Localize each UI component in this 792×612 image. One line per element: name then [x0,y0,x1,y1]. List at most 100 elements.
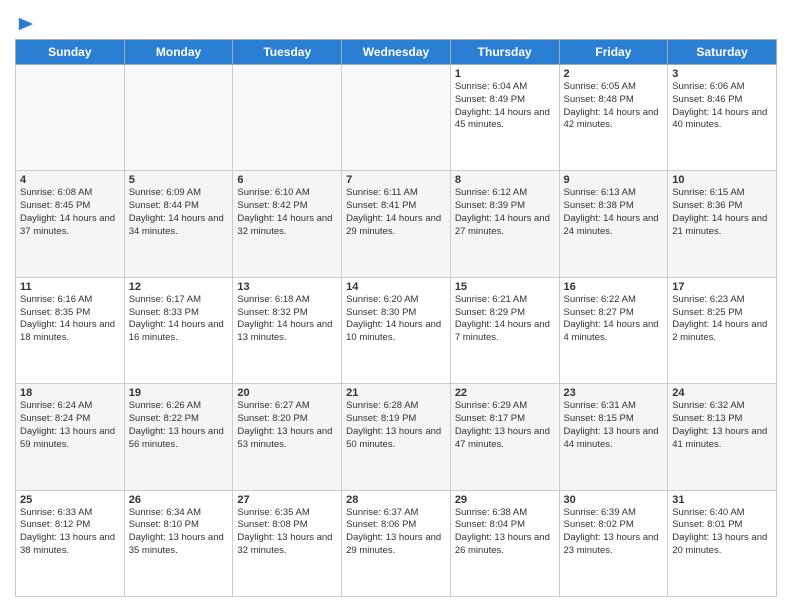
day-number: 23 [564,387,664,399]
day-info: Sunrise: 6:38 AMSunset: 8:04 PMDaylight:… [455,507,555,558]
calendar-day-cell: 17Sunrise: 6:23 AMSunset: 8:25 PMDayligh… [668,277,777,383]
day-number: 13 [237,281,337,293]
calendar-day-cell: 11Sunrise: 6:16 AMSunset: 8:35 PMDayligh… [16,277,125,383]
day-number: 5 [129,174,229,186]
day-info: Sunrise: 6:20 AMSunset: 8:30 PMDaylight:… [346,294,446,345]
day-info: Sunrise: 6:13 AMSunset: 8:38 PMDaylight:… [564,187,664,238]
day-info: Sunrise: 6:27 AMSunset: 8:20 PMDaylight:… [237,400,337,451]
calendar-day-cell: 9Sunrise: 6:13 AMSunset: 8:38 PMDaylight… [559,171,668,277]
day-number: 22 [455,387,555,399]
calendar-day-cell: 3Sunrise: 6:06 AMSunset: 8:46 PMDaylight… [668,65,777,171]
day-info: Sunrise: 6:08 AMSunset: 8:45 PMDaylight:… [20,187,120,238]
day-info: Sunrise: 6:39 AMSunset: 8:02 PMDaylight:… [564,507,664,558]
calendar-day-cell: 22Sunrise: 6:29 AMSunset: 8:17 PMDayligh… [450,384,559,490]
calendar-day-cell: 4Sunrise: 6:08 AMSunset: 8:45 PMDaylight… [16,171,125,277]
calendar-day-cell: 1Sunrise: 6:04 AMSunset: 8:49 PMDaylight… [450,65,559,171]
calendar-day-cell: 31Sunrise: 6:40 AMSunset: 8:01 PMDayligh… [668,490,777,596]
day-info: Sunrise: 6:31 AMSunset: 8:15 PMDaylight:… [564,400,664,451]
day-number: 30 [564,494,664,506]
day-number: 31 [672,494,772,506]
day-number: 11 [20,281,120,293]
day-number: 6 [237,174,337,186]
calendar-day-cell: 14Sunrise: 6:20 AMSunset: 8:30 PMDayligh… [342,277,451,383]
calendar-day-cell: 2Sunrise: 6:05 AMSunset: 8:48 PMDaylight… [559,65,668,171]
day-info: Sunrise: 6:16 AMSunset: 8:35 PMDaylight:… [20,294,120,345]
day-info: Sunrise: 6:35 AMSunset: 8:08 PMDaylight:… [237,507,337,558]
day-number: 10 [672,174,772,186]
calendar-day-header: Tuesday [233,40,342,65]
calendar-day-cell: 21Sunrise: 6:28 AMSunset: 8:19 PMDayligh… [342,384,451,490]
day-info: Sunrise: 6:40 AMSunset: 8:01 PMDaylight:… [672,507,772,558]
day-info: Sunrise: 6:05 AMSunset: 8:48 PMDaylight:… [564,81,664,132]
calendar-day-header: Saturday [668,40,777,65]
calendar-day-cell: 29Sunrise: 6:38 AMSunset: 8:04 PMDayligh… [450,490,559,596]
day-info: Sunrise: 6:28 AMSunset: 8:19 PMDaylight:… [346,400,446,451]
logo-flag-icon [17,15,35,33]
calendar-day-cell: 15Sunrise: 6:21 AMSunset: 8:29 PMDayligh… [450,277,559,383]
calendar-day-cell: 19Sunrise: 6:26 AMSunset: 8:22 PMDayligh… [124,384,233,490]
calendar-day-cell: 23Sunrise: 6:31 AMSunset: 8:15 PMDayligh… [559,384,668,490]
calendar-week-row: 1Sunrise: 6:04 AMSunset: 8:49 PMDaylight… [16,65,777,171]
day-info: Sunrise: 6:15 AMSunset: 8:36 PMDaylight:… [672,187,772,238]
day-number: 25 [20,494,120,506]
day-number: 14 [346,281,446,293]
calendar-week-row: 4Sunrise: 6:08 AMSunset: 8:45 PMDaylight… [16,171,777,277]
calendar-day-cell: 6Sunrise: 6:10 AMSunset: 8:42 PMDaylight… [233,171,342,277]
day-number: 19 [129,387,229,399]
day-number: 18 [20,387,120,399]
calendar-day-cell: 25Sunrise: 6:33 AMSunset: 8:12 PMDayligh… [16,490,125,596]
day-number: 24 [672,387,772,399]
day-info: Sunrise: 6:18 AMSunset: 8:32 PMDaylight:… [237,294,337,345]
calendar-day-cell [342,65,451,171]
day-number: 8 [455,174,555,186]
day-info: Sunrise: 6:22 AMSunset: 8:27 PMDaylight:… [564,294,664,345]
calendar-day-cell [16,65,125,171]
header [15,15,777,29]
calendar-day-cell: 8Sunrise: 6:12 AMSunset: 8:39 PMDaylight… [450,171,559,277]
day-info: Sunrise: 6:10 AMSunset: 8:42 PMDaylight:… [237,187,337,238]
day-info: Sunrise: 6:24 AMSunset: 8:24 PMDaylight:… [20,400,120,451]
logo [15,15,35,29]
day-number: 2 [564,68,664,80]
day-number: 4 [20,174,120,186]
calendar-day-cell: 10Sunrise: 6:15 AMSunset: 8:36 PMDayligh… [668,171,777,277]
calendar-week-row: 25Sunrise: 6:33 AMSunset: 8:12 PMDayligh… [16,490,777,596]
calendar-day-cell: 20Sunrise: 6:27 AMSunset: 8:20 PMDayligh… [233,384,342,490]
calendar-day-header: Wednesday [342,40,451,65]
calendar-day-cell [233,65,342,171]
calendar-day-cell: 7Sunrise: 6:11 AMSunset: 8:41 PMDaylight… [342,171,451,277]
calendar-day-header: Monday [124,40,233,65]
day-info: Sunrise: 6:32 AMSunset: 8:13 PMDaylight:… [672,400,772,451]
day-number: 16 [564,281,664,293]
calendar-week-row: 11Sunrise: 6:16 AMSunset: 8:35 PMDayligh… [16,277,777,383]
day-info: Sunrise: 6:34 AMSunset: 8:10 PMDaylight:… [129,507,229,558]
calendar-header-row: SundayMondayTuesdayWednesdayThursdayFrid… [16,40,777,65]
day-info: Sunrise: 6:33 AMSunset: 8:12 PMDaylight:… [20,507,120,558]
calendar-table: SundayMondayTuesdayWednesdayThursdayFrid… [15,39,777,597]
calendar-day-cell: 30Sunrise: 6:39 AMSunset: 8:02 PMDayligh… [559,490,668,596]
day-info: Sunrise: 6:06 AMSunset: 8:46 PMDaylight:… [672,81,772,132]
day-number: 26 [129,494,229,506]
day-number: 21 [346,387,446,399]
day-info: Sunrise: 6:29 AMSunset: 8:17 PMDaylight:… [455,400,555,451]
calendar-day-cell: 28Sunrise: 6:37 AMSunset: 8:06 PMDayligh… [342,490,451,596]
calendar-day-cell: 13Sunrise: 6:18 AMSunset: 8:32 PMDayligh… [233,277,342,383]
calendar-day-header: Sunday [16,40,125,65]
calendar-week-row: 18Sunrise: 6:24 AMSunset: 8:24 PMDayligh… [16,384,777,490]
day-number: 29 [455,494,555,506]
calendar-day-header: Thursday [450,40,559,65]
page: SundayMondayTuesdayWednesdayThursdayFrid… [0,0,792,612]
day-info: Sunrise: 6:12 AMSunset: 8:39 PMDaylight:… [455,187,555,238]
calendar-day-cell: 5Sunrise: 6:09 AMSunset: 8:44 PMDaylight… [124,171,233,277]
day-info: Sunrise: 6:04 AMSunset: 8:49 PMDaylight:… [455,81,555,132]
day-number: 1 [455,68,555,80]
day-number: 15 [455,281,555,293]
calendar-day-cell: 12Sunrise: 6:17 AMSunset: 8:33 PMDayligh… [124,277,233,383]
day-number: 7 [346,174,446,186]
day-number: 3 [672,68,772,80]
calendar-day-cell: 16Sunrise: 6:22 AMSunset: 8:27 PMDayligh… [559,277,668,383]
calendar-day-cell: 27Sunrise: 6:35 AMSunset: 8:08 PMDayligh… [233,490,342,596]
day-info: Sunrise: 6:26 AMSunset: 8:22 PMDaylight:… [129,400,229,451]
day-info: Sunrise: 6:09 AMSunset: 8:44 PMDaylight:… [129,187,229,238]
day-info: Sunrise: 6:37 AMSunset: 8:06 PMDaylight:… [346,507,446,558]
